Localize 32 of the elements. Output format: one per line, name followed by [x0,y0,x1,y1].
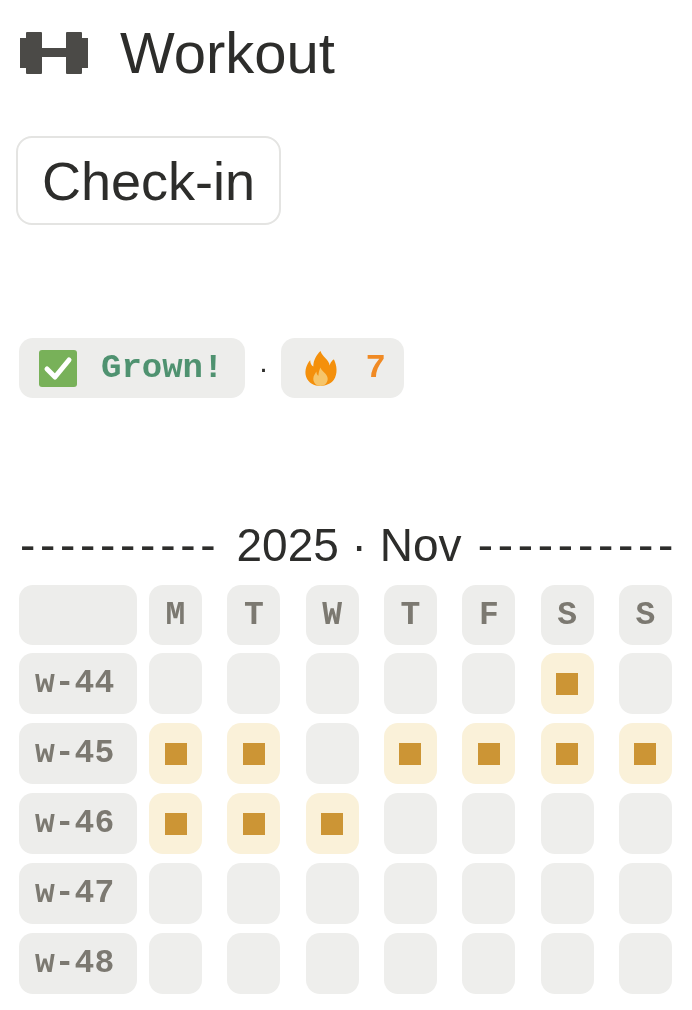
month-title: 2025 · Nov [236,520,462,570]
week-label: w-44 [19,653,137,714]
filled-square-icon [556,672,579,695]
filled-square-icon [477,742,500,765]
week-label: w-47 [19,863,137,924]
separator: · [258,353,269,383]
filled-square-icon [399,742,422,765]
page-title: Workout [120,24,335,82]
weekday-header: F [462,585,516,645]
weekday-header: S [618,585,672,645]
filled-square-icon [164,812,187,835]
dumbbell-icon [20,32,88,74]
weekday-header: T [384,585,437,645]
filled-square-icon [321,812,344,835]
check-icon [39,349,77,387]
weekday-header: W [305,585,359,645]
weekday-header: S [540,585,594,645]
weekday-header: T [227,585,281,645]
filled-square-icon [242,742,265,765]
filled-square-icon [242,812,265,835]
filled-square-icon [164,742,187,765]
filled-square-icon [556,742,579,765]
filled-square-icon [634,742,657,765]
week-label: w-48 [19,933,137,994]
status-label: Grown! [101,351,224,385]
week-label: w-46 [19,793,137,854]
check-in-button[interactable]: Check-in [16,136,282,225]
dashed-rule: ---------- [20,520,221,570]
week-label: w-45 [19,723,137,784]
dashed-rule: ---------- [477,520,678,570]
streak-count: 7 [365,351,386,385]
weekday-header: M [149,585,202,645]
